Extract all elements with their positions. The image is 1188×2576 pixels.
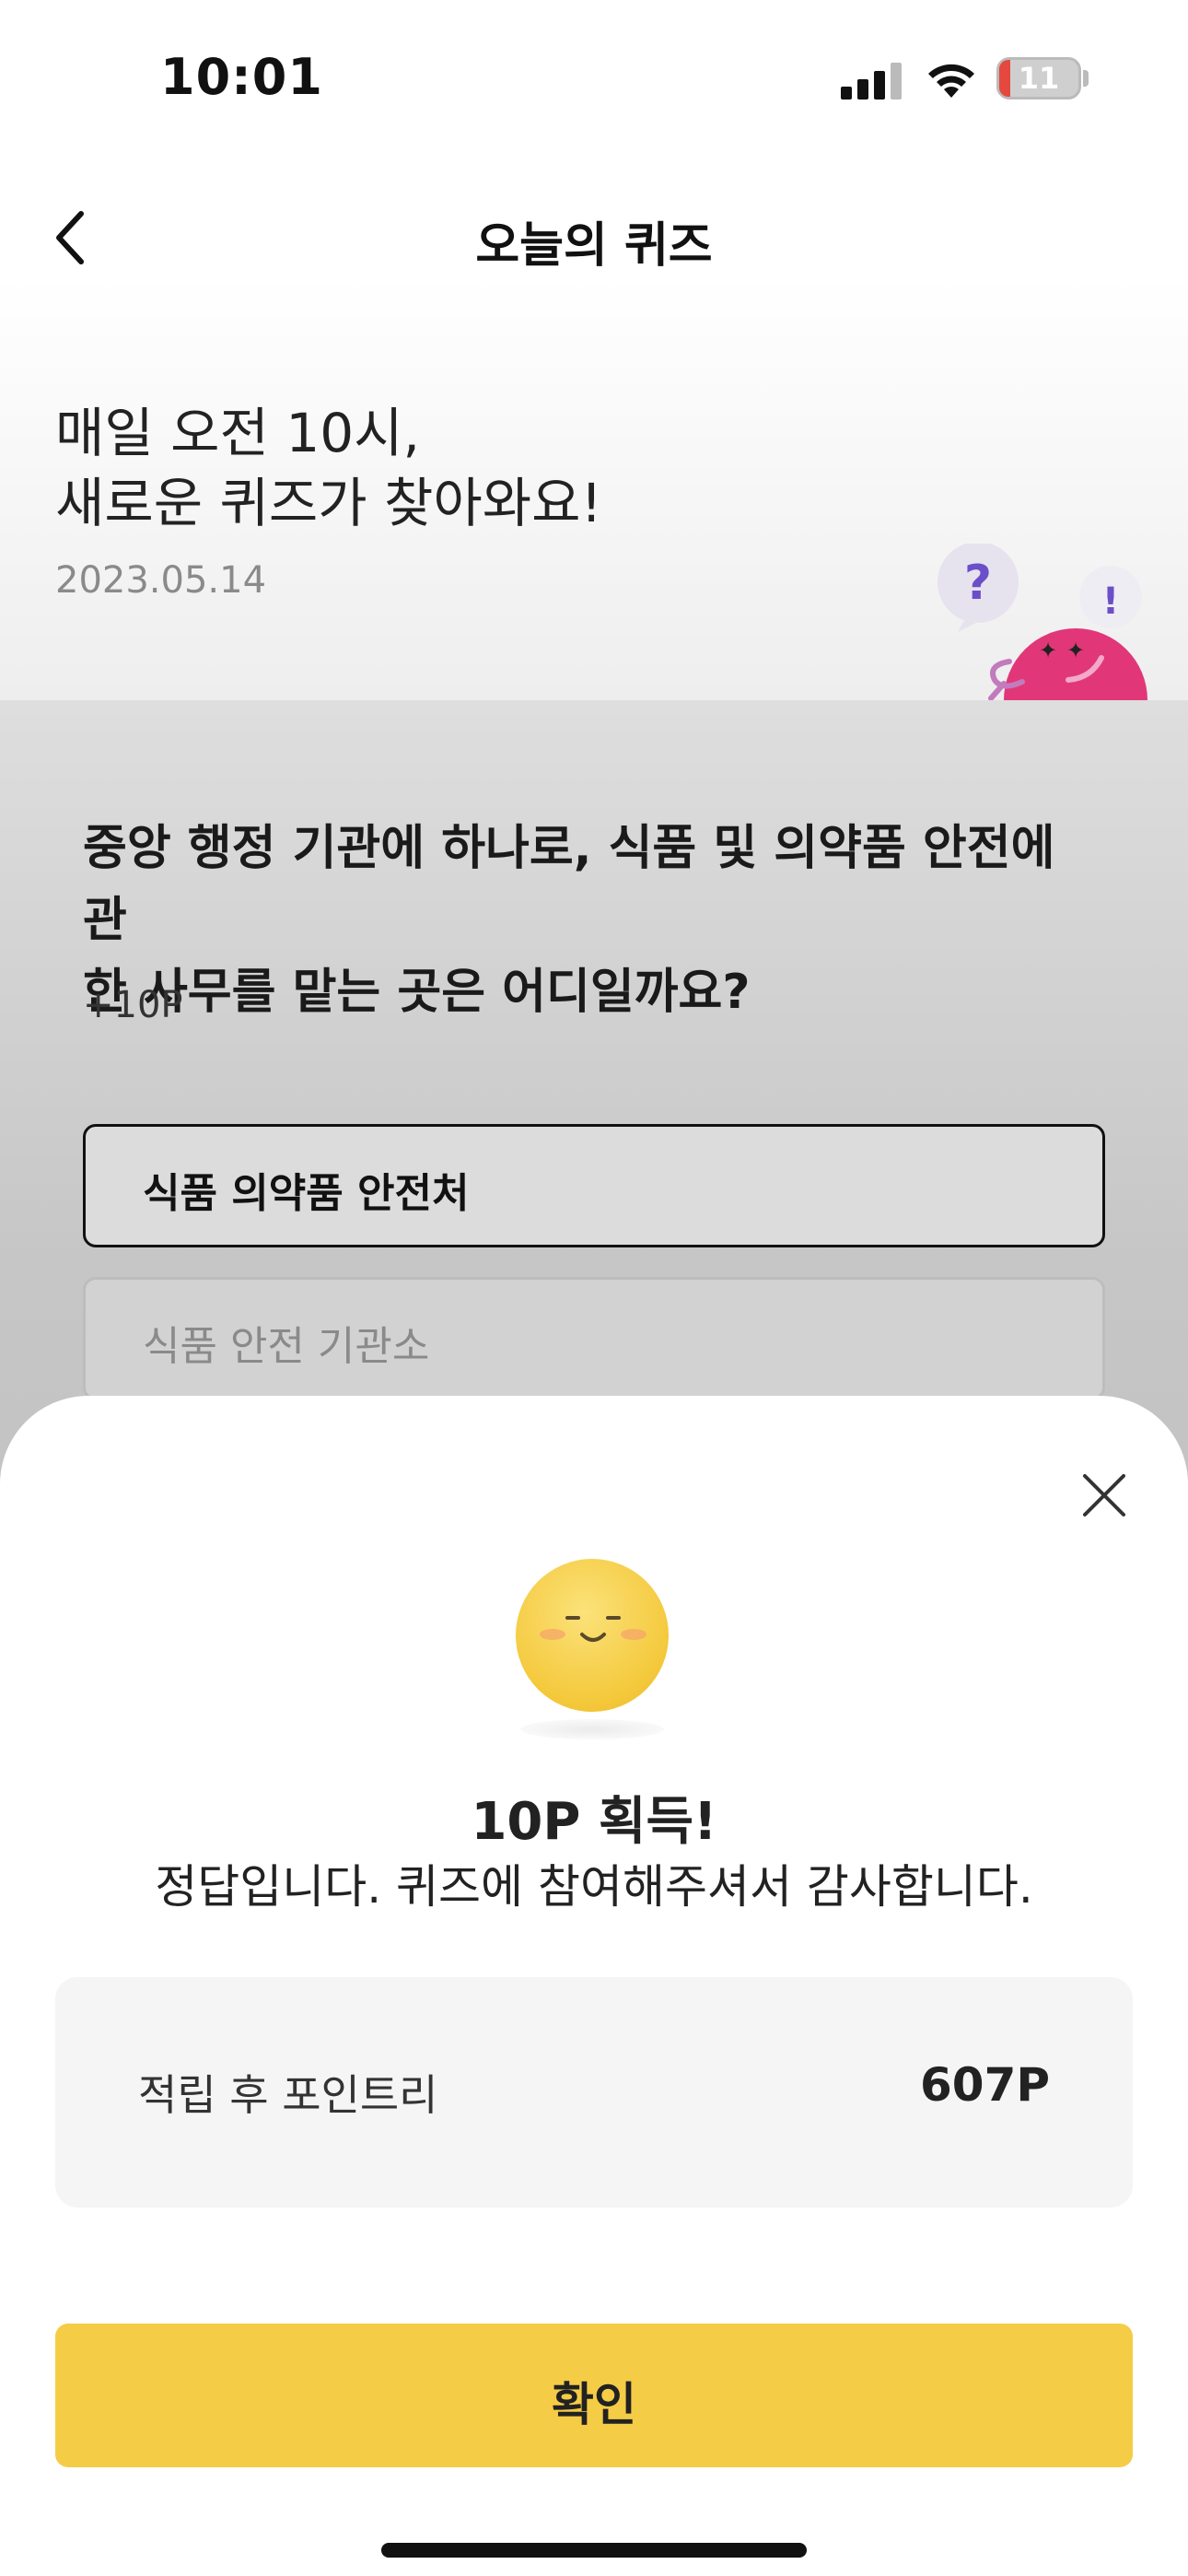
page-title: 오늘의 퀴즈 [475,218,713,274]
close-icon[interactable] [1079,1470,1129,1520]
svg-text:✦: ✦ [1066,638,1085,663]
points-value: 607P [919,2058,1050,2112]
points-label: 적립 후 포인트리 [138,2070,438,2120]
answer-option-label: 식품 안전 기관소 [143,1323,430,1370]
battery-level: 11 [1018,61,1060,96]
smiley-face-icon [516,1559,669,1712]
home-indicator[interactable] [381,2543,807,2558]
mascot-illustration: ? ! ✦ ✦ [938,544,1147,700]
svg-text:✦: ✦ [1039,638,1057,663]
answer-option[interactable]: 식품 안전 기관소 [83,1277,1105,1400]
quiz-question-line-2: 한 사무를 맡는 곳은 어디일까요? [83,965,751,1020]
answer-option-selected[interactable]: 식품 의약품 안전처 [83,1124,1105,1247]
svg-text:?: ? [964,556,992,611]
svg-text:!: ! [1102,580,1119,623]
emoji-shadow [520,1719,664,1739]
quiz-date: 2023.05.14 [55,559,267,602]
cellular-signal-icon [841,63,902,100]
result-title: 10P 획득! [471,1792,717,1852]
headline-line-2: 새로운 퀴즈가 찾아와요! [55,472,602,534]
headline: 매일 오전 10시, 새로운 퀴즈가 찾아와요! [55,398,602,538]
quiz-points: +10P [83,984,183,1026]
confirm-button-label: 확인 [552,2379,636,2430]
confirm-button[interactable]: 확인 [55,2324,1133,2467]
quiz-question: 중앙 행정 기관에 하나로, 식품 및 의약품 안전에 관 한 사무를 맡는 곳… [83,813,1114,1028]
headline-line-1: 매일 오전 10시, [55,402,420,464]
status-time: 10:01 [160,48,323,106]
quiz-question-line-1: 중앙 행정 기관에 하나로, 식품 및 의약품 안전에 관 [83,821,1055,948]
result-description: 정답입니다. 퀴즈에 참여해주셔서 감사합니다. [155,1860,1033,1914]
answer-option-label: 식품 의약품 안전처 [143,1170,470,1217]
wifi-icon [928,64,974,98]
battery-cap [1083,70,1089,87]
